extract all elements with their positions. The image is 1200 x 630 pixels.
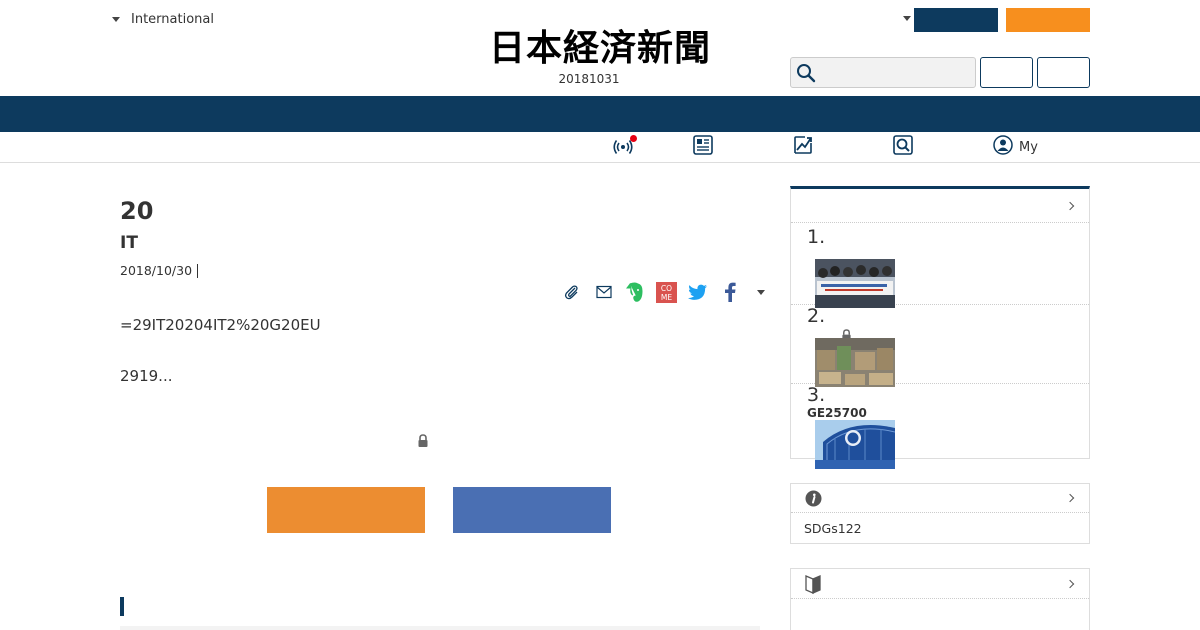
ranking-item-2[interactable]: 2. <box>791 305 1089 387</box>
search-box-icon <box>892 134 914 160</box>
markets-link[interactable] <box>792 136 814 158</box>
header-button-2[interactable] <box>1037 57 1090 88</box>
ranking-thumbnail-warehouse <box>815 338 895 387</box>
info-text[interactable]: SDGs122 <box>804 521 862 536</box>
facebook-icon[interactable] <box>718 280 742 304</box>
comment-icon[interactable]: CO ME <box>655 280 679 304</box>
rank-title: GE25700 <box>807 406 867 420</box>
guide-panel <box>790 568 1090 630</box>
ranking-item-1[interactable]: 1. <box>791 226 1089 308</box>
site-header: International 日本経済新聞 20181031 <box>0 0 1200 96</box>
rank-number: 1. <box>807 226 826 248</box>
mail-icon[interactable] <box>592 280 616 304</box>
meta-divider <box>197 263 199 278</box>
article-body-line-2: 2919... <box>120 367 173 385</box>
sub-navigation: My <box>0 132 1200 163</box>
lock-icon <box>417 433 429 452</box>
info-icon <box>805 490 822 511</box>
region-label: International <box>131 12 214 27</box>
section-marker <box>120 597 124 616</box>
search-link[interactable] <box>892 134 914 160</box>
subscribe-cta-button[interactable] <box>267 487 425 533</box>
guide-header[interactable] <box>791 569 1089 599</box>
rank-number: 2. <box>807 305 826 327</box>
login-cta-button[interactable] <box>453 487 611 533</box>
main-navigation-bar <box>0 96 1200 132</box>
article-header: 20 IT 2018/10/30 <box>120 190 760 278</box>
twitter-icon[interactable] <box>686 280 710 304</box>
beginner-mark-icon <box>805 575 821 598</box>
header-button-1[interactable] <box>980 57 1033 88</box>
search-icon[interactable] <box>795 62 817 84</box>
search-input[interactable] <box>819 58 969 87</box>
ranking-thumbnail-ge-building <box>815 420 895 469</box>
svg-text:ME: ME <box>661 293 672 302</box>
subscribe-button[interactable] <box>1006 8 1090 32</box>
article-subheadline: IT <box>120 233 138 253</box>
clip-icon[interactable] <box>560 280 584 304</box>
chevron-right-icon <box>1065 493 1075 503</box>
chevron-right-icon <box>1065 201 1075 210</box>
article-meta: 2018/10/30 <box>120 263 760 278</box>
chart-trend-icon <box>792 134 814 160</box>
menu-caret-icon[interactable] <box>903 16 911 21</box>
region-selector[interactable]: International <box>112 12 214 27</box>
paper-edition-link[interactable] <box>692 134 714 160</box>
my-page-link[interactable]: My <box>993 135 1038 159</box>
notification-dot <box>630 135 637 142</box>
caret-down-icon <box>757 289 765 295</box>
evernote-icon[interactable] <box>623 280 647 304</box>
search-box <box>790 57 976 88</box>
ranking-header[interactable] <box>791 189 1089 223</box>
login-button[interactable] <box>914 8 998 32</box>
info-panel: SDGs122 <box>790 483 1090 544</box>
user-icon <box>993 135 1013 159</box>
article-date: 2018/10/30 <box>120 263 193 278</box>
more-caret-icon[interactable] <box>749 280 773 304</box>
article-headline: 20 <box>120 197 154 225</box>
edition-date: 20181031 <box>558 72 620 86</box>
my-label: My <box>1019 139 1038 155</box>
svg-text:CO: CO <box>661 284 672 293</box>
site-logo[interactable]: 日本経済新聞 <box>450 28 750 68</box>
ranking-panel: 1. 2. 3. GE25700 <box>790 186 1090 469</box>
rank-number: 3. <box>807 384 826 406</box>
section-divider <box>120 626 760 630</box>
chevron-right-icon <box>1065 579 1075 588</box>
live-broadcast-link[interactable] <box>612 135 637 158</box>
caret-down-icon <box>112 17 120 22</box>
newspaper-icon <box>692 134 714 160</box>
ranking-item-3[interactable]: 3. GE25700 <box>791 384 1089 469</box>
logo-text: 日本経済新聞 <box>488 27 711 69</box>
article-body-line-1: =29IT20204IT2%20G20EU <box>120 316 321 334</box>
ranking-thumbnail-protest <box>815 259 895 308</box>
share-toolbar: CO ME <box>560 280 781 304</box>
broadcast-icon <box>612 135 637 158</box>
info-header[interactable] <box>791 484 1089 513</box>
